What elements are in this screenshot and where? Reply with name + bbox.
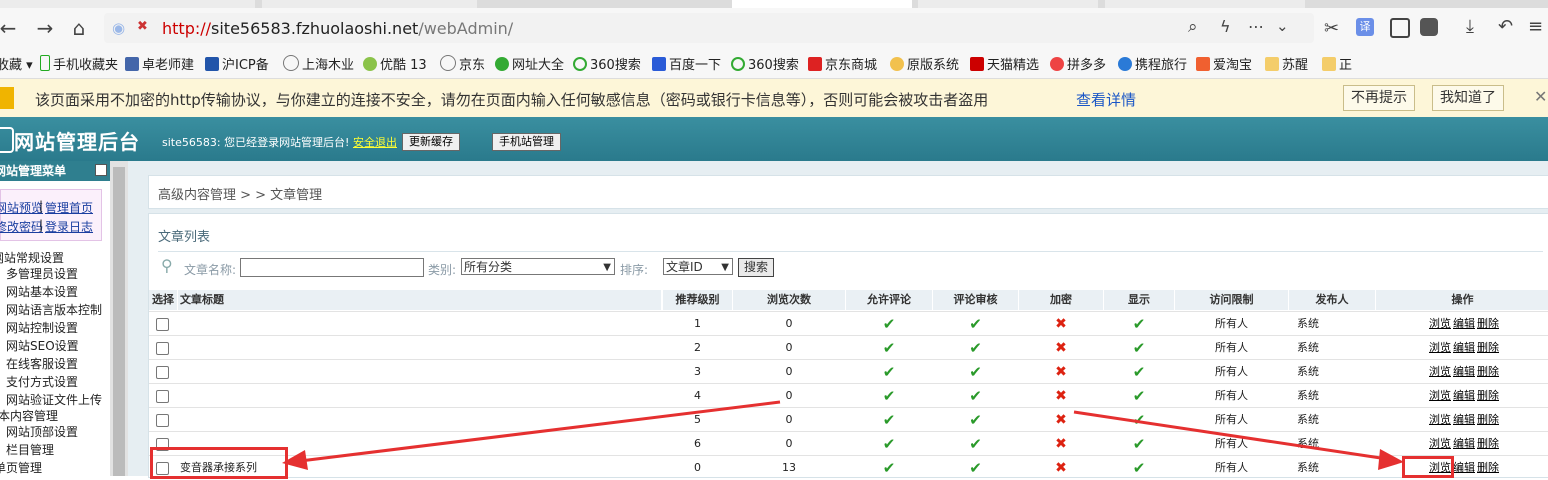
annotation-arrow: [1073, 410, 1395, 462]
annotation-arrows: [282, 400, 1404, 470]
arrowhead-icon: [282, 450, 308, 470]
annotation-arrow: [291, 400, 781, 464]
arrowhead-icon: [1378, 449, 1404, 470]
